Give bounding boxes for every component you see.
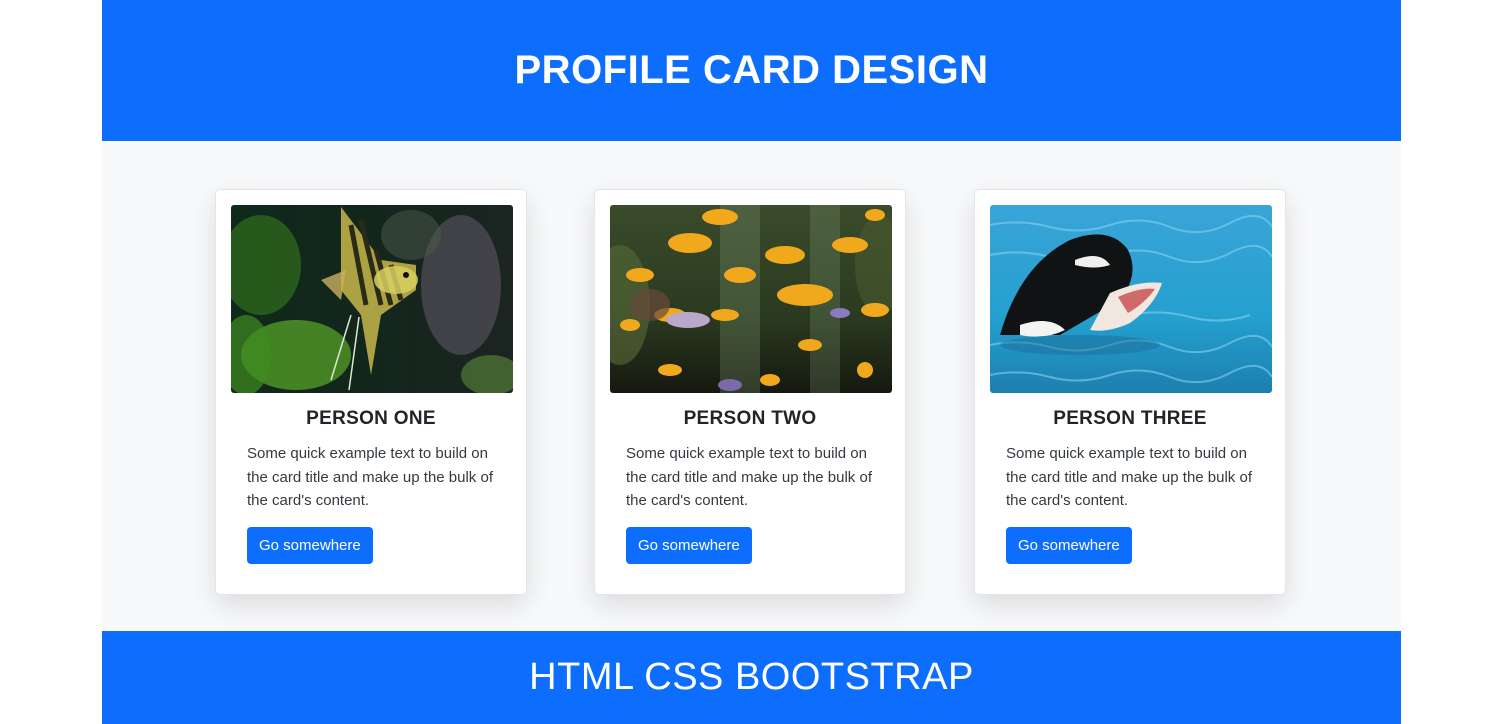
card-text: Some quick example text to build on the … [626,445,872,509]
go-somewhere-button[interactable]: Go somewhere [247,527,373,564]
page-frame: PROFILE CARD DESIGN PERSON ONE Some quic… [102,0,1401,724]
page-title: PROFILE CARD DESIGN [514,48,989,92]
profile-card-one: PERSON ONE Some quick example text to bu… [215,189,527,595]
card-text: Some quick example text to build on the … [247,445,493,509]
go-somewhere-button[interactable]: Go somewhere [626,527,752,564]
footer-title: HTML CSS BOOTSTRAP [529,656,974,698]
card-text: Some quick example text to build on the … [1006,445,1252,509]
footer-banner: HTML CSS BOOTSTRAP [102,631,1401,724]
orca-photo [990,205,1272,393]
go-somewhere-button[interactable]: Go somewhere [1006,527,1132,564]
profile-card-two: PERSON TWO Some quick example text to bu… [594,189,906,595]
card-title: PERSON TWO [683,408,817,429]
card-title: PERSON THREE [1053,408,1207,429]
angelfish-photo [231,205,513,393]
card-title: PERSON ONE [306,408,436,429]
goldfish-aquarium-photo [610,205,892,393]
profile-card-three: PERSON THREE Some quick example text to … [974,189,1286,595]
header-banner: PROFILE CARD DESIGN [102,0,1401,141]
